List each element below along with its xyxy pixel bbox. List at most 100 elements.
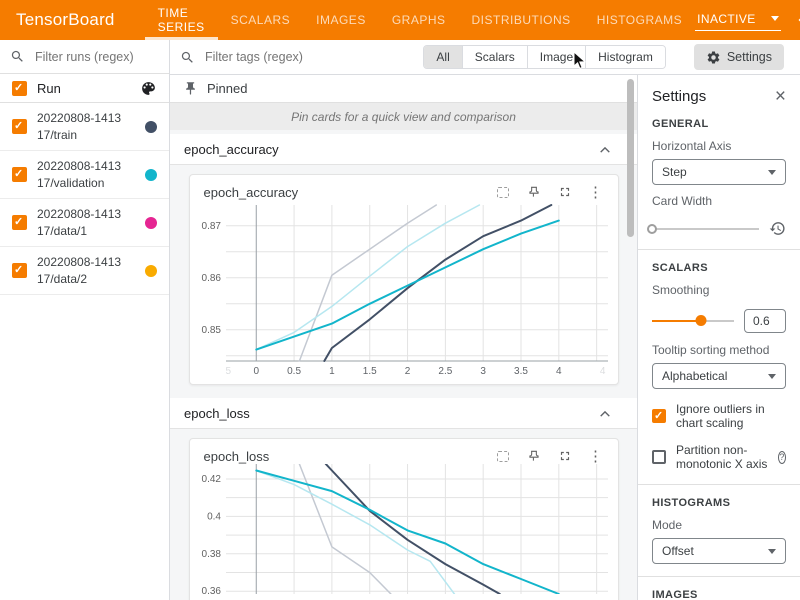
fullscreen-icon[interactable] xyxy=(557,448,573,464)
filter-runs-input[interactable] xyxy=(33,49,159,65)
run-row[interactable]: 20220808-141317/data/2 xyxy=(0,247,169,295)
x-tick-label: 2 xyxy=(404,366,410,377)
histogram-mode-label: Mode xyxy=(652,518,786,532)
tab-distributions[interactable]: DISTRIBUTIONS xyxy=(459,0,584,40)
content-scrollbar[interactable] xyxy=(627,79,634,237)
card-title: epoch_accuracy xyxy=(204,185,299,200)
settings-panel-title: Settings xyxy=(652,88,706,105)
tab-histograms[interactable]: HISTOGRAMS xyxy=(584,0,695,40)
x-tick-label: 4 xyxy=(556,366,562,377)
general-heading: GENERAL xyxy=(652,118,786,130)
chart-svg: 0.850.860.8700.511.522.533.5454 xyxy=(196,200,612,378)
run-row[interactable]: 20220808-141317/train xyxy=(0,103,169,151)
x-tick-label: 3 xyxy=(480,366,486,377)
run-checkbox[interactable] xyxy=(12,119,27,134)
status-value: INACTIVE xyxy=(697,12,756,26)
filter-scalars[interactable]: Scalars xyxy=(463,46,528,68)
partition-x-row[interactable]: Partition non-monotonic X axis ? xyxy=(652,443,786,471)
section-header-epoch-accuracy[interactable]: epoch_accuracy xyxy=(170,134,637,165)
images-heading: IMAGES xyxy=(652,589,786,600)
collapse-icon[interactable] xyxy=(599,406,611,421)
search-icon xyxy=(180,50,195,65)
run-row[interactable]: 20220808-141317/validation xyxy=(0,151,169,199)
filter-all[interactable]: All xyxy=(424,46,462,68)
ignore-outliers-label: Ignore outliers in chart scaling xyxy=(676,402,786,430)
filter-histogram[interactable]: Histogram xyxy=(586,46,665,68)
y-tick-label: 0.85 xyxy=(201,325,221,336)
y-tick-label: 0.86 xyxy=(201,273,221,284)
histogram-mode-select[interactable]: Offset xyxy=(652,538,786,564)
ignore-outliers-checkbox[interactable] xyxy=(652,409,666,423)
tab-graphs[interactable]: GRAPHS xyxy=(379,0,459,40)
smoothing-input[interactable]: 0.6 xyxy=(744,309,786,333)
filter-image[interactable]: Image xyxy=(528,46,586,68)
y-tick-label: 0.87 xyxy=(201,221,221,232)
status-dropdown[interactable]: INACTIVE xyxy=(695,10,781,31)
close-icon[interactable]: × xyxy=(775,87,786,106)
smoothing-slider[interactable] xyxy=(652,320,734,322)
pinned-section-header: Pinned xyxy=(170,75,637,103)
smoothing-label: Smoothing xyxy=(652,283,786,297)
run-name: 20220808-141317/train xyxy=(37,110,125,142)
settings-panel: Settings × GENERAL Horizontal Axis Step … xyxy=(637,75,800,600)
run-row[interactable]: 20220808-141317/data/1 xyxy=(0,199,169,247)
section-header-epoch-loss[interactable]: epoch_loss xyxy=(170,398,637,429)
more-options-icon[interactable]: ⋮ xyxy=(588,448,604,464)
run-name: 20220808-141317/data/2 xyxy=(37,254,125,286)
epoch-accuracy-chart[interactable]: 0.850.860.8700.511.522.533.5454 xyxy=(196,200,612,378)
pin-card-icon[interactable] xyxy=(526,184,542,200)
select-zoom-icon[interactable] xyxy=(495,448,511,464)
tooltip-sort-value: Alphabetical xyxy=(662,369,727,383)
more-options-icon[interactable]: ⋮ xyxy=(588,184,604,200)
runs-sidebar: Run 20220808-141317/train20220808-141317… xyxy=(0,40,170,600)
runs-header-label: Run xyxy=(37,81,61,96)
tab-time-series[interactable]: TIME SERIES xyxy=(145,0,218,40)
run-checkbox[interactable] xyxy=(12,263,27,278)
cards-area: Pinned Pin cards for a quick view and co… xyxy=(170,75,637,600)
ignore-outliers-row[interactable]: Ignore outliers in chart scaling xyxy=(652,402,786,430)
fullscreen-icon[interactable] xyxy=(557,184,573,200)
select-all-runs-checkbox[interactable] xyxy=(12,81,27,96)
run-checkbox[interactable] xyxy=(12,167,27,182)
tab-scalars[interactable]: SCALARS xyxy=(218,0,304,40)
series-20220808-141317-validation-original- xyxy=(256,205,479,350)
ghost-tick-label: 5 xyxy=(225,366,231,377)
card-width-slider[interactable] xyxy=(652,228,759,230)
horizontal-axis-value: Step xyxy=(662,165,687,179)
chevron-down-icon xyxy=(768,374,776,379)
horizontal-axis-select[interactable]: Step xyxy=(652,159,786,185)
epoch-loss-chart[interactable]: 0.360.380.40.42 xyxy=(196,464,612,594)
y-tick-label: 0.42 xyxy=(201,474,221,485)
filter-tags-input[interactable] xyxy=(203,49,423,65)
select-zoom-icon[interactable] xyxy=(495,184,511,200)
app-header: TensorBoard TIME SERIESSCALARSIMAGESGRAP… xyxy=(0,0,800,40)
x-tick-label: 0.5 xyxy=(287,366,301,377)
section-title: epoch_loss xyxy=(184,406,250,421)
collapse-icon[interactable] xyxy=(599,142,611,157)
help-icon[interactable]: ? xyxy=(778,451,786,464)
header-tabs: TIME SERIESSCALARSIMAGESGRAPHSDISTRIBUTI… xyxy=(145,0,696,40)
histograms-heading: HISTOGRAMS xyxy=(652,497,786,509)
tab-images[interactable]: IMAGES xyxy=(303,0,379,40)
x-tick-label: 1 xyxy=(329,366,335,377)
y-tick-label: 0.38 xyxy=(201,549,221,560)
card-width-label: Card Width xyxy=(652,194,786,208)
search-icon xyxy=(10,49,25,64)
run-checkbox[interactable] xyxy=(12,215,27,230)
tooltip-sort-select[interactable]: Alphabetical xyxy=(652,363,786,389)
reset-icon[interactable] xyxy=(769,220,786,237)
run-name: 20220808-141317/validation xyxy=(37,158,125,190)
x-tick-label: 2.5 xyxy=(438,366,452,377)
x-tick-label: 3.5 xyxy=(514,366,528,377)
partition-x-checkbox[interactable] xyxy=(652,450,666,464)
runs-list: 20220808-141317/train 20220808-141317/val… xyxy=(0,103,169,295)
main-toolbar: AllScalarsImageHistogram Settings xyxy=(170,40,800,75)
settings-button[interactable]: Settings xyxy=(694,44,784,70)
series-20220808-141317-train-smoothed- xyxy=(325,464,499,594)
pinned-empty-message: Pin cards for a quick view and compariso… xyxy=(170,103,637,130)
brightness-icon[interactable] xyxy=(793,6,800,34)
pin-card-icon[interactable] xyxy=(526,448,542,464)
run-color-dot xyxy=(145,265,157,277)
palette-icon[interactable] xyxy=(140,80,157,97)
runs-header-row: Run xyxy=(0,74,169,103)
